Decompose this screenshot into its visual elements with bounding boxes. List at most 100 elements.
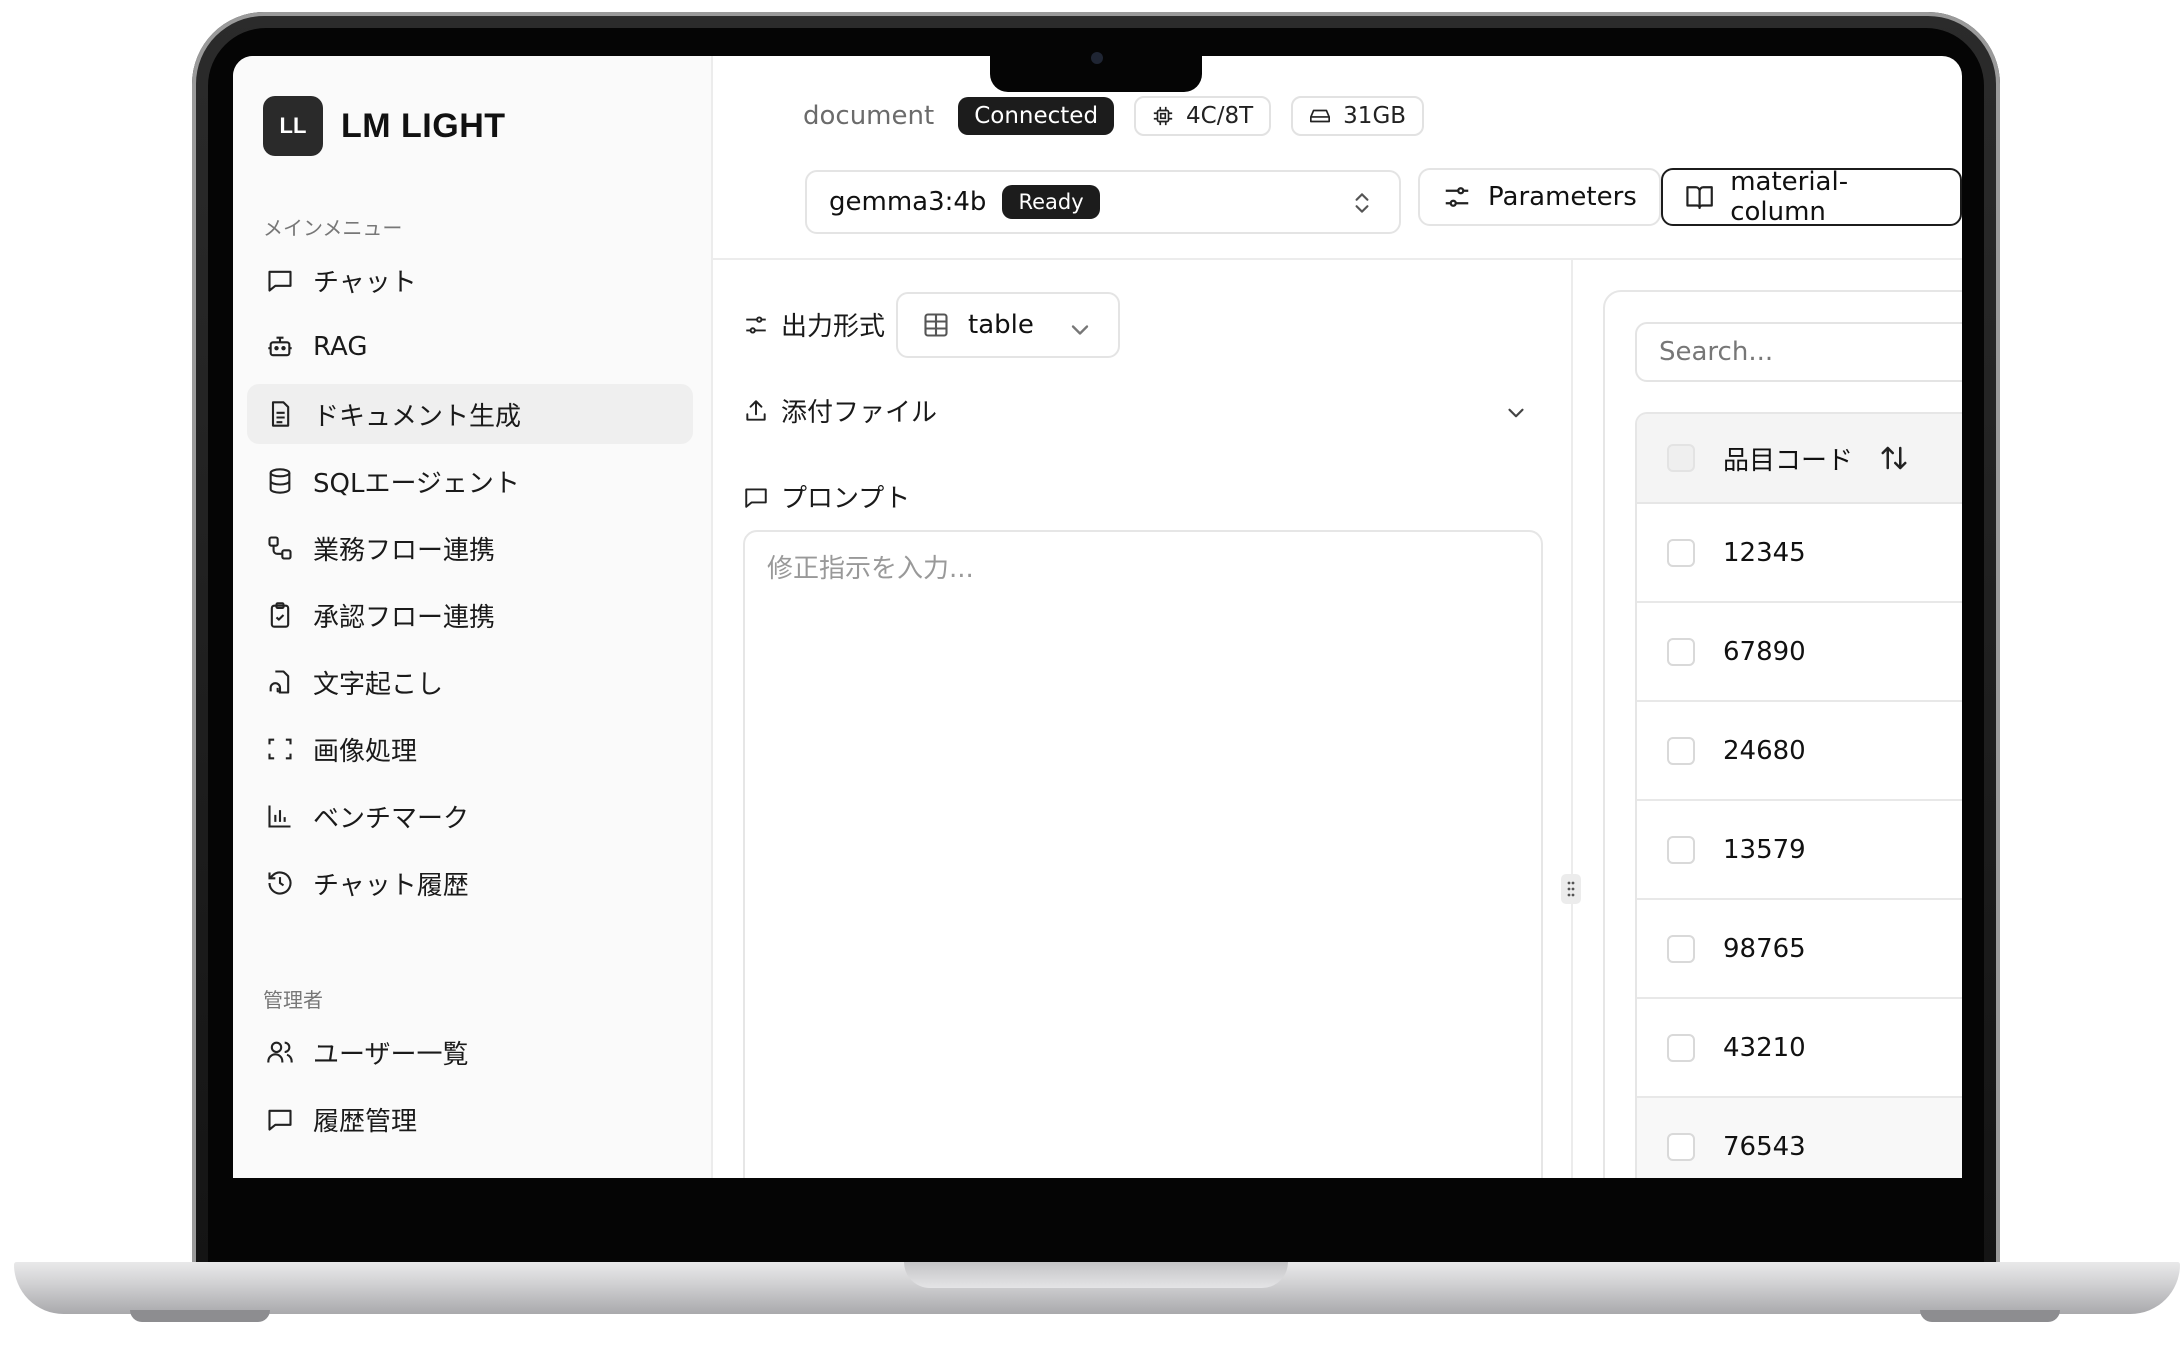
header-divider bbox=[711, 258, 1962, 260]
sidebar-item-sql-agent[interactable]: SQLエージェント bbox=[247, 451, 693, 511]
cpu-icon bbox=[1153, 106, 1173, 126]
audio-file-icon bbox=[265, 667, 295, 697]
sidebar-item-document-generation[interactable]: ドキュメント生成 bbox=[247, 384, 693, 444]
sidebar-item-workflow[interactable]: 業務フロー連携 bbox=[247, 518, 693, 578]
table-row[interactable]: 76543 bbox=[1637, 1098, 1962, 1178]
item-code-cell: 13579 bbox=[1723, 834, 1806, 865]
table-row[interactable]: 98765 bbox=[1637, 900, 1962, 999]
connection-status-badge: Connected bbox=[958, 97, 1115, 135]
upload-icon bbox=[746, 399, 766, 421]
memory-badge: 31GB bbox=[1291, 96, 1425, 136]
row-checkbox[interactable] bbox=[1667, 538, 1695, 567]
sidebar-item-rag[interactable]: RAG bbox=[247, 317, 693, 377]
scan-icon bbox=[265, 734, 295, 764]
file-text-icon bbox=[265, 399, 295, 429]
model-status-badge: Ready bbox=[1002, 185, 1100, 219]
page-label: document bbox=[803, 101, 935, 131]
attachments-label: 添付ファイル bbox=[781, 398, 938, 428]
database-icon bbox=[265, 466, 295, 496]
chat-icon bbox=[265, 265, 295, 295]
clipboard-check-icon bbox=[265, 600, 295, 630]
prompt-placeholder: 修正指示を入力... bbox=[767, 554, 974, 584]
attachments-toggle[interactable]: 添付ファイル bbox=[743, 392, 937, 429]
sidebar-item-history-management[interactable]: 履歴管理 bbox=[247, 1089, 693, 1149]
parameters-button[interactable]: Parameters bbox=[1418, 168, 1661, 226]
sidebar-item-label: ベンチマーク bbox=[313, 803, 470, 834]
brand[interactable]: LL LM LIGHT bbox=[263, 96, 506, 156]
row-checkbox[interactable] bbox=[1667, 835, 1695, 864]
prompt-textarea[interactable]: 修正指示を入力... bbox=[743, 530, 1543, 1178]
sidebar-item-label: RAG bbox=[313, 332, 368, 362]
row-checkbox[interactable] bbox=[1667, 934, 1695, 963]
app-screen: LL LM LIGHT メインメニュー チャット RAG ドキュメント生成 SQ… bbox=[233, 56, 1962, 1178]
template-button[interactable]: material-column bbox=[1661, 167, 1962, 227]
sidebar-item-label: 業務フロー連携 bbox=[313, 535, 496, 566]
table-header-row: 品目コード bbox=[1637, 414, 1962, 504]
hard-drive-icon bbox=[1310, 109, 1331, 123]
table-row[interactable]: 67890 bbox=[1637, 603, 1962, 702]
cpu-badge: 4C/8T bbox=[1134, 96, 1272, 136]
output-format-select[interactable]: table bbox=[896, 292, 1120, 358]
search-placeholder: Search... bbox=[1659, 337, 1774, 367]
admin-nav: ユーザー一覧 履歴管理 bbox=[247, 1022, 693, 1156]
cpu-label: 4C/8T bbox=[1186, 103, 1254, 129]
row-checkbox[interactable] bbox=[1667, 637, 1695, 666]
sidebar: LL LM LIGHT メインメニュー チャット RAG ドキュメント生成 SQ… bbox=[233, 56, 713, 1178]
splitter-handle[interactable] bbox=[1561, 874, 1581, 904]
search-input[interactable]: Search... bbox=[1635, 322, 1962, 382]
sort-arrows-icon[interactable] bbox=[1879, 443, 1909, 473]
grip-vertical-icon bbox=[1567, 881, 1575, 897]
chevron-down-icon[interactable] bbox=[1503, 400, 1529, 426]
screen-chin bbox=[208, 1178, 1984, 1264]
sidebar-item-chat[interactable]: チャット bbox=[247, 250, 693, 310]
item-code-cell: 12345 bbox=[1723, 537, 1806, 568]
chevron-down-icon bbox=[1071, 325, 1089, 335]
parameters-button-label: Parameters bbox=[1488, 182, 1637, 212]
sidebar-item-label: ドキュメント生成 bbox=[313, 401, 522, 432]
brand-name: LM LIGHT bbox=[341, 106, 506, 145]
row-checkbox[interactable] bbox=[1667, 1132, 1695, 1161]
item-code-cell: 76543 bbox=[1723, 1131, 1806, 1162]
table-icon bbox=[924, 313, 948, 337]
table-row[interactable]: 12345 bbox=[1637, 504, 1962, 603]
sidebar-item-transcription[interactable]: 文字起こし bbox=[247, 652, 693, 712]
template-button-label: material-column bbox=[1730, 167, 1849, 227]
item-code-cell: 24680 bbox=[1723, 735, 1806, 766]
sidebar-item-user-list[interactable]: ユーザー一覧 bbox=[247, 1022, 693, 1082]
row-checkbox[interactable] bbox=[1667, 736, 1695, 765]
sidebar-item-chat-history[interactable]: チャット履歴 bbox=[247, 853, 693, 913]
admin-section-label: 管理者 bbox=[263, 988, 323, 1012]
users-icon bbox=[265, 1037, 295, 1067]
sidebar-item-benchmark[interactable]: ベンチマーク bbox=[247, 786, 693, 846]
laptop-foot-right bbox=[1920, 1310, 2060, 1322]
prompt-label: プロンプト bbox=[743, 478, 910, 515]
sidebar-item-label: SQLエージェント bbox=[313, 468, 520, 499]
row-checkbox[interactable] bbox=[1667, 1033, 1695, 1062]
book-open-icon bbox=[1686, 186, 1713, 210]
item-code-cell: 43210 bbox=[1723, 1032, 1806, 1063]
chevrons-up-down-icon bbox=[1355, 193, 1369, 213]
settings-sliders-icon bbox=[746, 315, 766, 334]
sidebar-item-label: 承認フロー連携 bbox=[313, 602, 496, 633]
data-table: 品目コード 12345 67890 24680 13579 98765 4321… bbox=[1635, 412, 1962, 1178]
output-format-value: table bbox=[968, 310, 1034, 340]
table-row[interactable]: 43210 bbox=[1637, 999, 1962, 1098]
status-bar: document Connected 4C/8T 31GB bbox=[803, 96, 1425, 136]
history-icon bbox=[265, 868, 295, 898]
sliders-icon bbox=[1445, 187, 1469, 207]
sidebar-item-label: チャット bbox=[313, 267, 417, 298]
column-header-item-code[interactable]: 品目コード bbox=[1723, 440, 1853, 477]
bar-chart-icon bbox=[265, 801, 295, 831]
item-code-cell: 98765 bbox=[1723, 933, 1806, 964]
select-all-checkbox[interactable] bbox=[1667, 444, 1695, 472]
sidebar-item-image-processing[interactable]: 画像処理 bbox=[247, 719, 693, 779]
sidebar-item-approval-flow[interactable]: 承認フロー連携 bbox=[247, 585, 693, 645]
sidebar-item-label: チャット履歴 bbox=[313, 870, 469, 901]
panel-splitter[interactable] bbox=[1571, 258, 1573, 1178]
table-row[interactable]: 13579 bbox=[1637, 801, 1962, 900]
robot-icon bbox=[265, 332, 295, 362]
output-format-label: 出力形式 bbox=[743, 306, 885, 343]
table-row[interactable]: 24680 bbox=[1637, 702, 1962, 801]
model-select[interactable]: gemma3:4b Ready bbox=[805, 170, 1401, 234]
workflow-icon bbox=[265, 533, 295, 563]
